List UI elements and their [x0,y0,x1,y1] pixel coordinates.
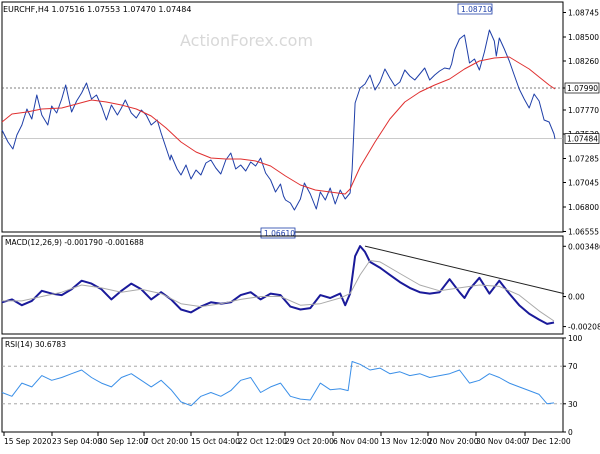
x-tick-label: 29 Oct 20:00 [285,437,334,446]
y-tick-label: 1.08500 [568,33,599,42]
eurchf-chart: ActionForex.com EURCHF,H4 1.07516 1.0755… [0,0,600,450]
y-tick-label: 100 [568,334,583,343]
annotation-label: 1.06610 [264,229,295,238]
y-tick-label: 1.06555 [568,228,599,237]
x-tick-label: 6 Nov 04:00 [333,437,379,446]
x-tick-label: 7 Dec 12:00 [525,437,571,446]
x-tick-label: 30 Sep 12:00 [98,437,148,446]
x-tick-label: 23 Sep 04:00 [52,437,102,446]
y-tick-label: 30 [568,400,578,409]
chart-canvas: ActionForex.com EURCHF,H4 1.07516 1.0755… [0,0,600,450]
y-tick-label: 0.003486 [568,242,600,251]
x-tick-label: 15 Sep 2020 [4,437,52,446]
y-tick-label: 70 [568,362,578,371]
price-box-label: 1.07484 [567,135,598,144]
watermark: ActionForex.com [180,31,313,50]
x-tick-label: 7 Oct 20:00 [144,437,188,446]
y-tick-label: 1.07770 [568,106,599,115]
y-tick-label: 1.07045 [568,179,599,188]
y-tick-label: 1.08745 [568,9,599,18]
panel-label-macd: MACD(12,26,9) -0.001790 -0.001688 [5,238,144,247]
panel-label-rsi: RSI(14) 30.6783 [5,340,66,349]
x-tick-label: 30 Nov 04:00 [476,437,527,446]
y-tick-label: 0.00 [568,293,585,302]
x-tick-label: 22 Oct 12:00 [238,437,287,446]
ohlc-header: EURCHF,H4 1.07516 1.07553 1.07470 1.0748… [3,5,191,14]
chart-background [0,0,600,450]
y-tick-label: 1.06800 [568,203,599,212]
y-tick-label: 1.08260 [568,57,599,66]
y-tick-label: 0 [568,428,573,437]
y-tick-label: 1.07285 [568,155,599,164]
annotation-label: 1.08710 [461,5,492,14]
y-tick-label: -0.002085 [568,323,600,332]
price-box-label: 1.07990 [567,84,598,93]
x-tick-label: 20 Nov 20:00 [428,437,479,446]
x-tick-label: 13 Nov 12:00 [381,437,432,446]
x-tick-label: 15 Oct 04:00 [191,437,240,446]
